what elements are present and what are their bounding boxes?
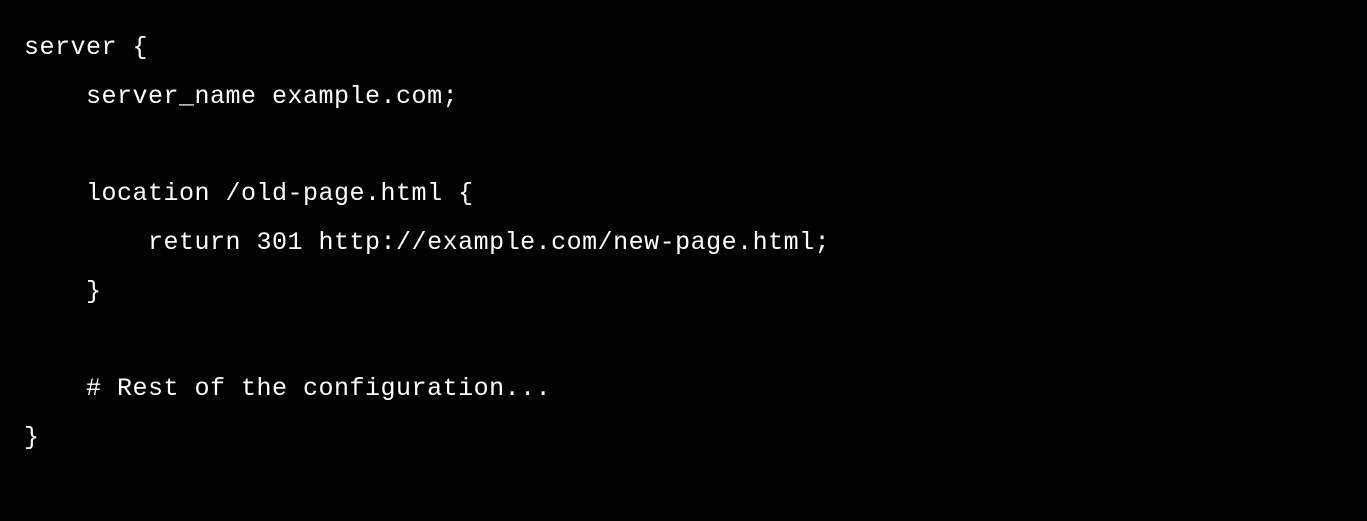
- code-content: server { server_name example.com; locati…: [24, 33, 830, 452]
- code-block: server { server_name example.com; locati…: [24, 24, 1343, 463]
